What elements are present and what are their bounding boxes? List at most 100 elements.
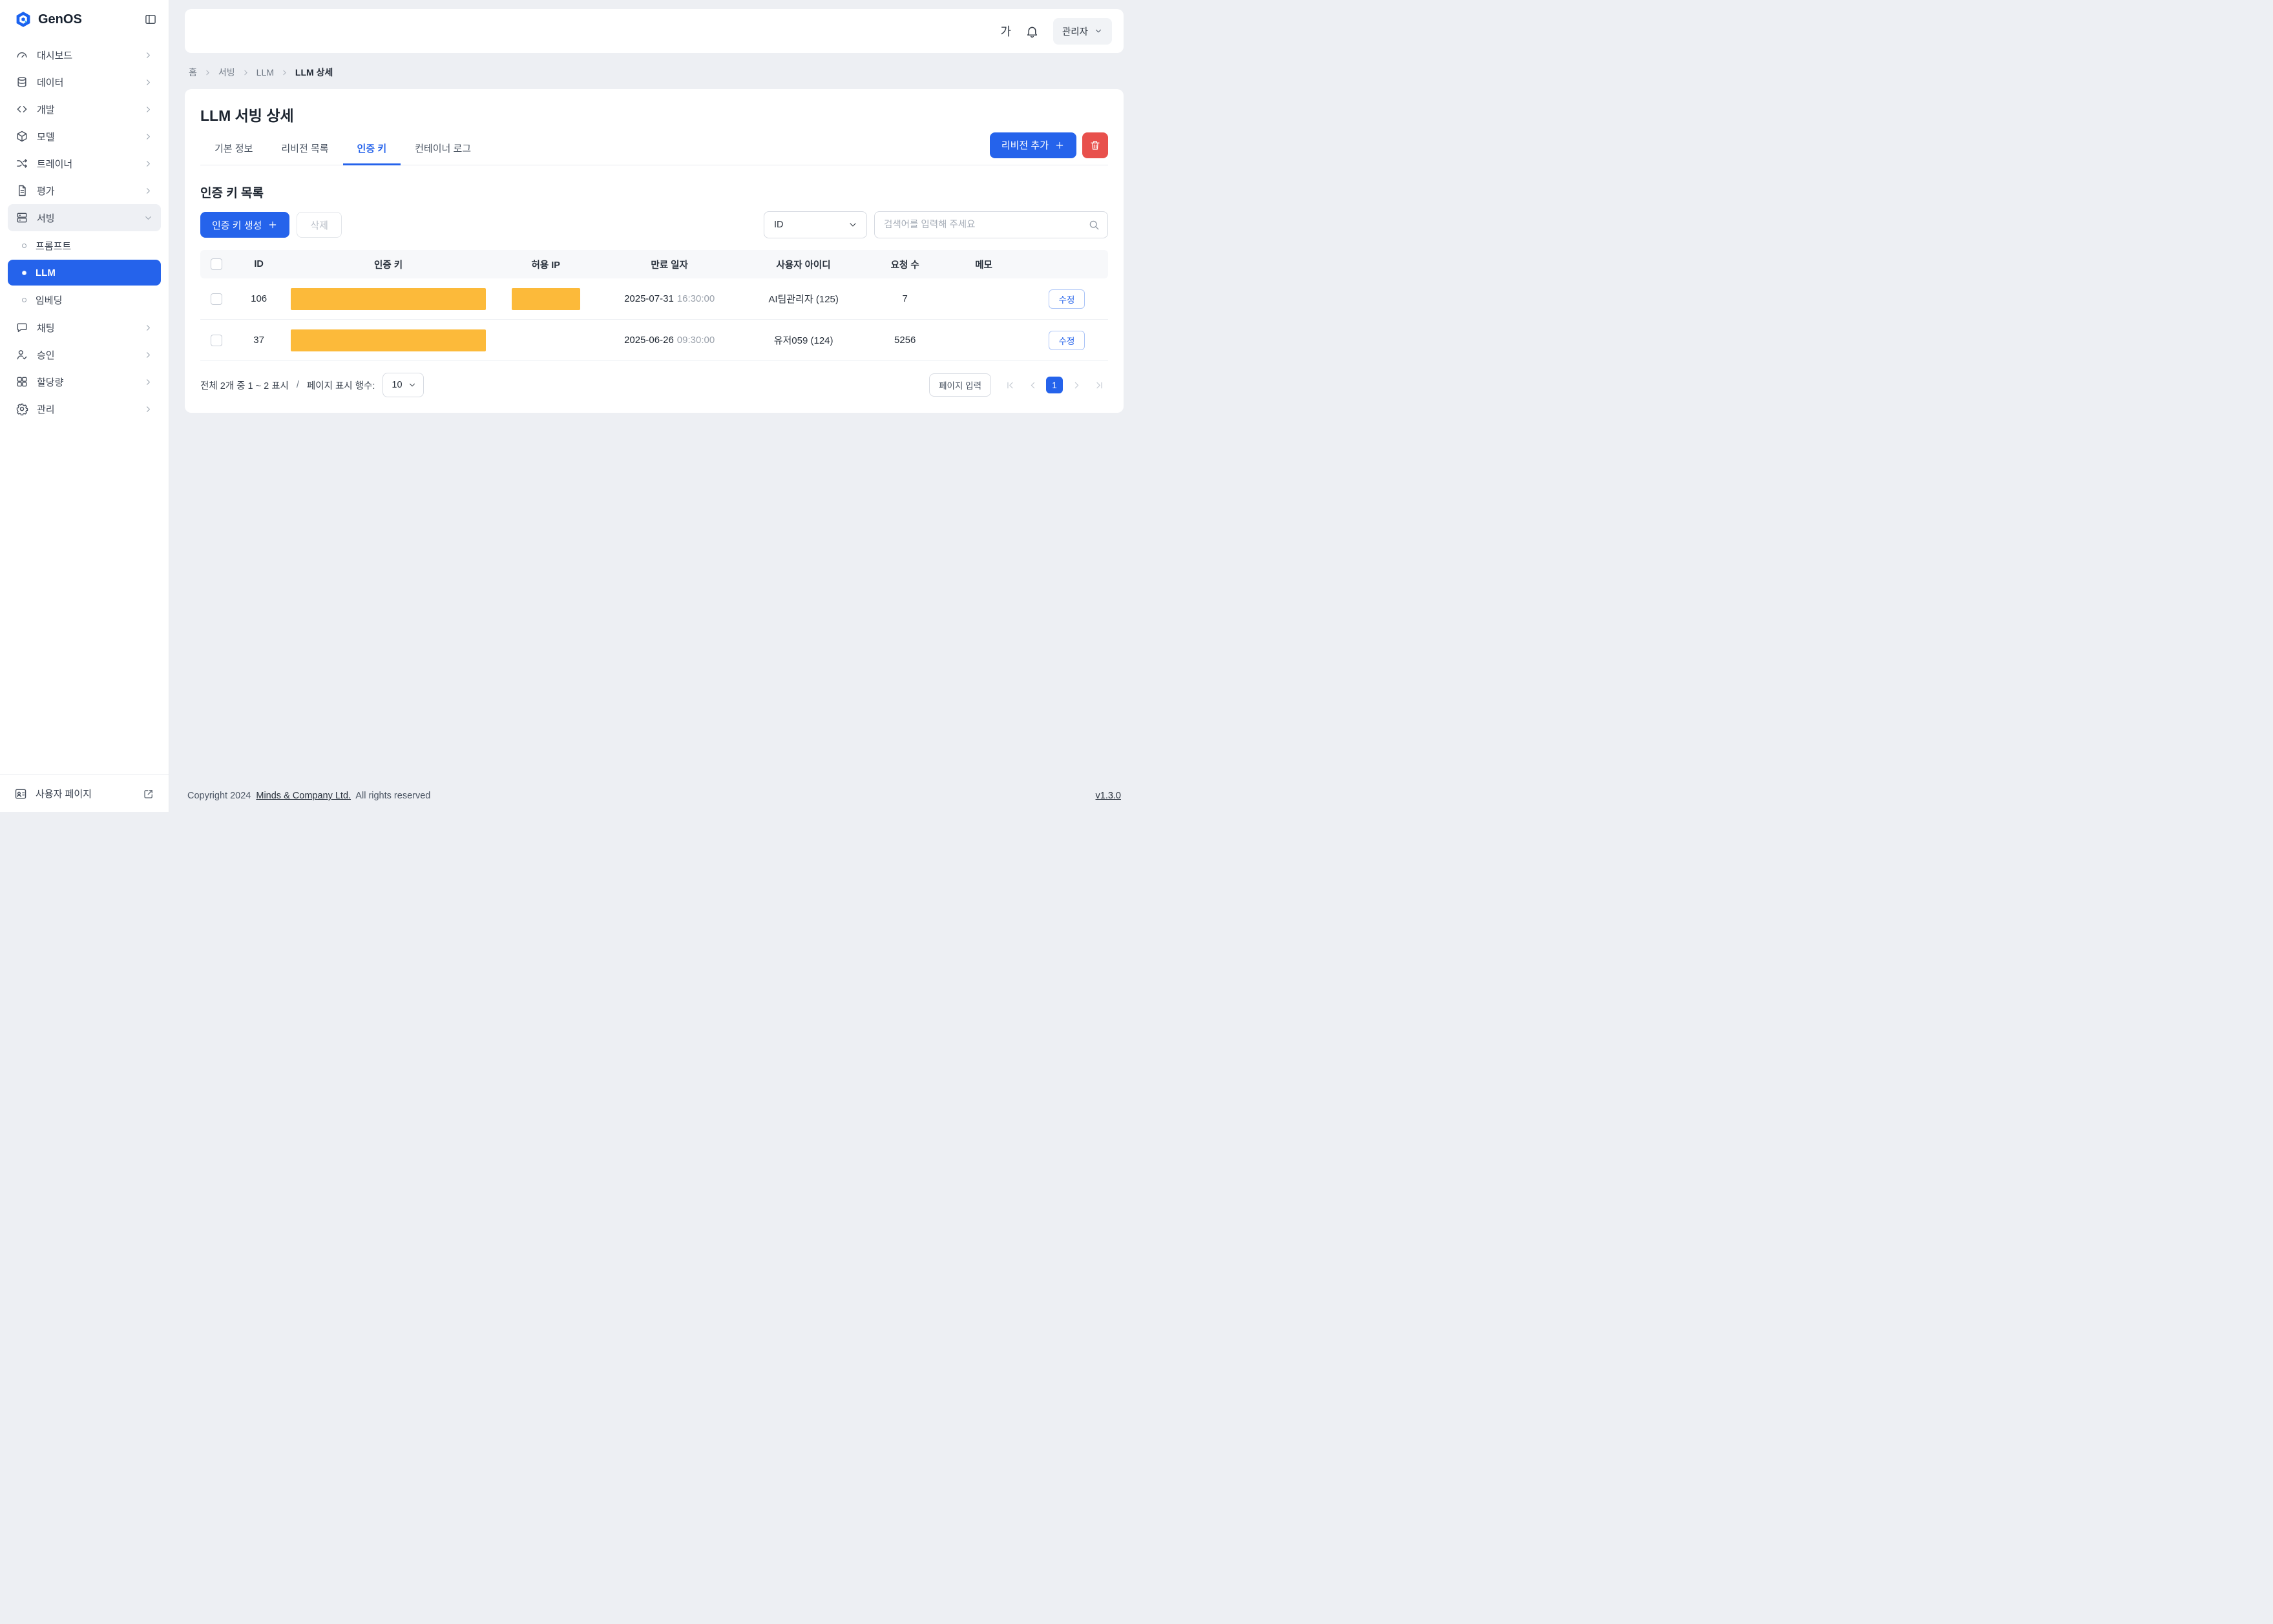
panel-collapse-icon [144, 13, 157, 26]
next-page-button[interactable] [1067, 376, 1085, 394]
sidebar-item-label: 승인 [37, 348, 55, 362]
auth-key-controls: 인증 키 생성 삭제 ID [200, 211, 1108, 238]
chevron-right-icon [143, 350, 153, 360]
gauge-icon [16, 48, 28, 61]
rows-per-page-select[interactable]: 10 [382, 373, 424, 397]
company-link[interactable]: Minds & Company Ltd. [256, 791, 351, 801]
sidebar-item-label: 트레이너 [37, 157, 72, 171]
chevron-down-icon [143, 213, 153, 223]
tab-container-logs[interactable]: 컨테이너 로그 [401, 132, 485, 165]
sidebar-collapse-button[interactable] [144, 13, 157, 26]
redacted-auth-key [291, 329, 486, 351]
sidebar-subitem-prompt[interactable]: 프롬프트 [8, 233, 161, 258]
filter-field-value: ID [774, 220, 784, 230]
sidebar-item-label: 채팅 [37, 321, 55, 335]
cube-icon [16, 130, 28, 143]
plus-icon [1054, 140, 1065, 151]
sidebar-subitem-llm[interactable]: LLM [8, 260, 161, 286]
user-menu-button[interactable]: 관리자 [1053, 18, 1112, 45]
user-page-label: 사용자 페이지 [36, 787, 92, 800]
bullet-icon [22, 244, 26, 248]
user-page-link[interactable]: 사용자 페이지 [0, 775, 169, 812]
sidebar-item-evaluation[interactable]: 평가 [8, 177, 161, 204]
breadcrumb-serving[interactable]: 서빙 [218, 66, 235, 79]
sidebar-item-dashboard[interactable]: 대시보드 [8, 41, 161, 68]
sidebar-subitem-label: 프롬프트 [36, 239, 71, 253]
column-header-memo: 메모 [942, 250, 1025, 278]
filter-field-select[interactable]: ID [764, 211, 867, 238]
memo-cell [942, 278, 1025, 320]
breadcrumb-home[interactable]: 홈 [189, 66, 197, 79]
sidebar-item-data[interactable]: 데이터 [8, 68, 161, 96]
first-page-button[interactable] [1001, 376, 1019, 394]
id-cell: 37 [233, 320, 285, 361]
request-count-cell: 5256 [868, 320, 942, 361]
sidebar-item-label: 관리 [37, 402, 55, 416]
sidebar-item-label: 개발 [37, 103, 55, 116]
table-row: 106 2025-07-3116:30:00 AI팀관리자 (125) 7 수정 [200, 278, 1108, 320]
first-page-icon [1005, 380, 1016, 391]
tab-basic-info[interactable]: 기본 정보 [200, 132, 267, 165]
user-window-icon [14, 787, 27, 800]
edit-button[interactable]: 수정 [1049, 331, 1085, 350]
search-icon[interactable] [1088, 219, 1100, 231]
chevron-left-icon [1027, 380, 1038, 391]
breadcrumb-current: LLM 상세 [295, 66, 333, 79]
chevron-right-icon [143, 50, 153, 60]
copyright-prefix: Copyright 2024 [187, 791, 251, 801]
select-all-checkbox[interactable] [211, 258, 222, 270]
chevron-right-icon [280, 68, 289, 77]
page-footer: Copyright 2024 Minds & Company Ltd. All … [185, 791, 1124, 812]
create-auth-key-button[interactable]: 인증 키 생성 [200, 212, 289, 238]
allowed-ip-cell [492, 320, 600, 361]
detail-card: LLM 서빙 상세 기본 정보 리비전 목록 인증 키 컨테이너 로그 리비전 … [185, 89, 1124, 413]
search-input[interactable] [884, 220, 1088, 230]
breadcrumb: 홈 서빙 LLM LLM 상세 [185, 53, 1124, 89]
sidebar-item-management[interactable]: 관리 [8, 395, 161, 422]
column-header-expiry: 만료 일자 [600, 250, 739, 278]
auth-key-section-title: 인증 키 목록 [200, 183, 1108, 201]
row-checkbox[interactable] [211, 335, 222, 346]
sidebar-item-serving[interactable]: 서빙 [8, 204, 161, 231]
actions-cell: 수정 [1025, 320, 1108, 361]
grid-icon [16, 375, 28, 388]
expiry-date: 2025-06-26 [624, 335, 674, 346]
tab-revision-list[interactable]: 리비전 목록 [267, 132, 342, 165]
page-input-button[interactable]: 페이지 입력 [929, 373, 991, 397]
sidebar-item-label: 모델 [37, 130, 55, 143]
breadcrumb-llm[interactable]: LLM [257, 67, 274, 78]
delete-serving-button[interactable] [1082, 132, 1108, 158]
sidebar-item-model[interactable]: 모델 [8, 123, 161, 150]
sidebar-item-quota[interactable]: 할당량 [8, 368, 161, 395]
edit-button[interactable]: 수정 [1049, 289, 1085, 309]
sidebar-subitem-embedding[interactable]: 임베딩 [8, 287, 161, 313]
sidebar-item-chat[interactable]: 채팅 [8, 314, 161, 341]
user-menu-label: 관리자 [1062, 25, 1088, 38]
font-size-toggle-button[interactable]: 가 [1000, 23, 1011, 39]
brand-logo[interactable]: GenOS [14, 10, 82, 28]
sidebar-item-approval[interactable]: 승인 [8, 341, 161, 368]
server-icon [16, 211, 28, 224]
notifications-button[interactable] [1025, 25, 1039, 38]
redacted-allowed-ip [512, 288, 580, 310]
copyright: Copyright 2024 Minds & Company Ltd. All … [187, 791, 433, 801]
chevron-right-icon [143, 159, 153, 169]
app-root: GenOS 대시보드 데이터 개발 [0, 0, 1136, 812]
last-page-button[interactable] [1090, 376, 1108, 394]
auth-key-cell [285, 320, 492, 361]
current-page-button[interactable]: 1 [1046, 377, 1063, 393]
actions-cell: 수정 [1025, 278, 1108, 320]
sidebar-item-trainer[interactable]: 트레이너 [8, 150, 161, 177]
delete-auth-key-button[interactable]: 삭제 [297, 212, 342, 238]
row-checkbox[interactable] [211, 293, 222, 305]
version-link[interactable]: v1.3.0 [1096, 791, 1122, 801]
table-row: 37 2025-06-2609:30:00 유저059 (124) 5256 수… [200, 320, 1108, 361]
prev-page-button[interactable] [1023, 376, 1042, 394]
chevron-right-icon [143, 323, 153, 333]
sidebar-item-development[interactable]: 개발 [8, 96, 161, 123]
chevron-right-icon [1071, 380, 1082, 391]
tab-auth-keys[interactable]: 인증 키 [343, 132, 401, 165]
plus-icon [267, 220, 278, 230]
chat-bubble-icon [16, 321, 28, 334]
add-revision-button[interactable]: 리비전 추가 [990, 132, 1076, 158]
